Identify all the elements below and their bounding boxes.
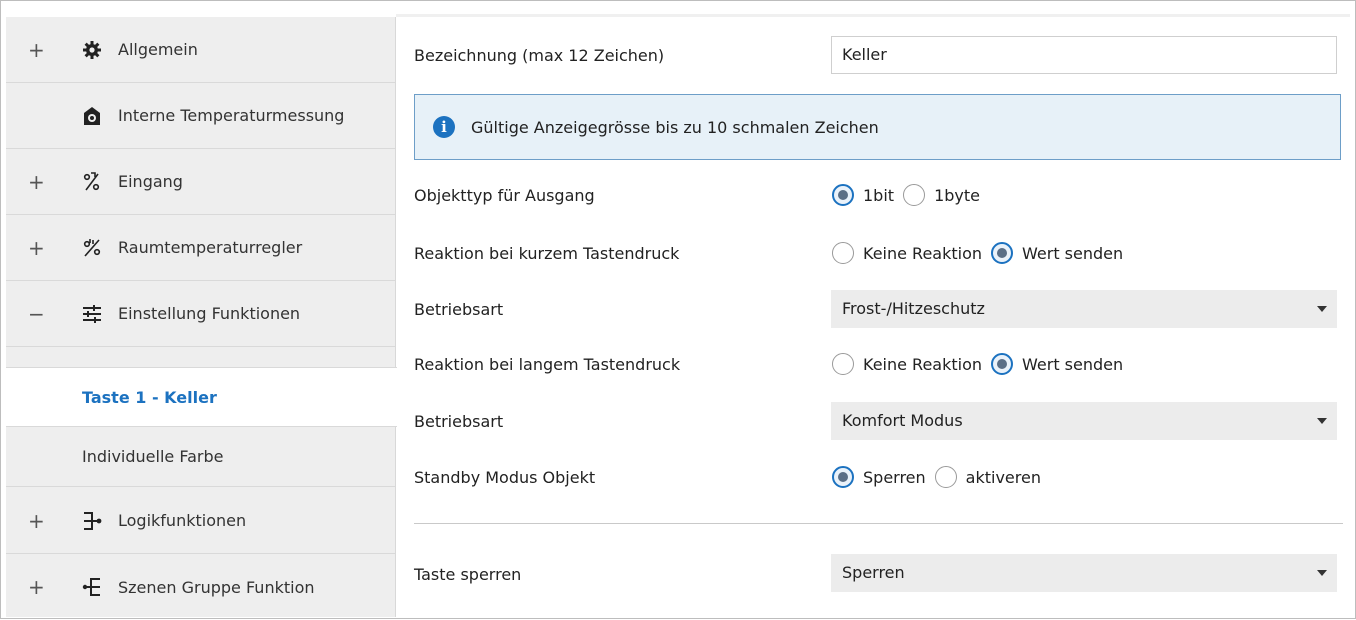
select-value: Komfort Modus — [842, 411, 963, 430]
radio-label: 1bit — [863, 185, 895, 205]
taste-sperren-label: Taste sperren — [414, 565, 522, 584]
betriebsart-label: Betriebsart — [414, 412, 504, 431]
betriebsart-select[interactable]: Komfort Modus — [831, 402, 1337, 440]
radio-keine-reaktion[interactable] — [832, 353, 854, 375]
objekttyp-radio-group: 1bit 1byte — [832, 184, 989, 206]
radio-1byte[interactable] — [903, 184, 926, 206]
sidebar-subitem-individuelle-farbe[interactable]: Individuelle Farbe — [6, 427, 395, 487]
sliders-icon — [74, 304, 110, 324]
sidebar-item-logikfunktionen[interactable]: + Logikfunktionen — [6, 488, 395, 554]
scene-group-icon — [74, 576, 110, 598]
radio-label: Keine Reaktion — [863, 243, 983, 263]
sidebar-subitem-label: Individuelle Farbe — [82, 447, 224, 466]
dropdown-arrow-icon — [1317, 418, 1327, 424]
select-value: Sperren — [842, 563, 905, 582]
collapse-toggle[interactable]: − — [6, 302, 74, 326]
expand-toggle[interactable]: + — [6, 170, 74, 194]
taste-sperren-select[interactable]: Sperren — [831, 554, 1337, 592]
radio-sperren[interactable] — [832, 466, 854, 488]
objekttyp-label: Objekttyp für Ausgang — [414, 186, 595, 205]
radio-label: Keine Reaktion — [863, 354, 983, 374]
sidebar-item-label: Szenen Gruppe Funktion — [118, 577, 315, 597]
bezeichnung-input[interactable]: Keller — [831, 36, 1337, 74]
sidebar-item-label: Einstellung Funktionen — [118, 304, 301, 323]
sidebar-item-szenen-gruppe-funktion[interactable]: + Szenen Gruppe Funktion — [6, 554, 395, 620]
radio-wert-senden[interactable] — [991, 353, 1014, 375]
radio-label: aktiveren — [965, 467, 1041, 487]
radio-1bit[interactable] — [832, 184, 854, 206]
radio-label: Wert senden — [1022, 243, 1124, 263]
radio-wert-senden[interactable] — [991, 242, 1014, 264]
radio-label: 1byte — [934, 185, 980, 205]
bezeichnung-label: Bezeichnung (max 12 Zeichen) — [414, 46, 665, 65]
sidebar-item-interne-temperaturmessung[interactable]: Interne Temperaturmessung — [6, 83, 395, 149]
lang-label: Reaktion bei langem Tastendruck — [414, 355, 681, 374]
lang-radio-group: Keine Reaktion Wert senden — [832, 353, 1132, 375]
sidebar-item-label: Logikfunktionen — [118, 511, 247, 530]
standby-label: Standby Modus Objekt — [414, 468, 596, 487]
temperature-percent-icon — [74, 237, 110, 259]
radio-aktiveren[interactable] — [934, 466, 957, 488]
info-text: Gültige Anzeigegrösse bis zu 10 schmalen… — [471, 117, 879, 137]
gear-icon — [74, 40, 110, 60]
expand-toggle[interactable]: + — [6, 575, 74, 599]
sidebar-subitem-label: Taste 1 - Keller — [82, 387, 217, 407]
sidebar-item-allgemein[interactable]: + Allgemein — [6, 17, 395, 83]
kurz-label: Reaktion bei kurzem Tastendruck — [414, 244, 680, 263]
betriebsart-label: Betriebsart — [414, 300, 504, 319]
sidebar-subitem-taste-1[interactable]: Taste 1 - Keller — [6, 367, 397, 427]
expand-toggle[interactable]: + — [6, 236, 74, 260]
betriebsart-select[interactable]: Frost-/Hitzeschutz — [831, 290, 1337, 328]
select-value: Frost-/Hitzeschutz — [842, 299, 985, 318]
info-banner: i Gültige Anzeigegrösse bis zu 10 schmal… — [414, 94, 1341, 160]
section-divider — [414, 523, 1343, 524]
sidebar-item-label: Eingang — [118, 172, 183, 191]
sidebar-item-raumtemperaturregler[interactable]: + Raumtemperaturregler — [6, 215, 395, 281]
sidebar-item-label: Allgemein — [118, 40, 198, 59]
sidebar-item-label: Raumtemperaturregler — [118, 238, 303, 257]
dropdown-arrow-icon — [1317, 570, 1327, 576]
sidebar-item-eingang[interactable]: + Eingang — [6, 149, 395, 215]
kurz-radio-group: Keine Reaktion Wert senden — [832, 242, 1132, 264]
radio-keine-reaktion[interactable] — [832, 242, 854, 264]
info-icon: i — [433, 116, 455, 138]
top-strip — [396, 14, 1350, 17]
radio-label: Sperren — [863, 467, 926, 487]
expand-toggle[interactable]: + — [6, 38, 74, 62]
sidebar-item-einstellung-funktionen[interactable]: − Einstellung Funktionen — [6, 281, 395, 347]
logic-gate-icon — [74, 510, 110, 532]
standby-radio-group: Sperren aktiveren — [832, 466, 1050, 488]
sidebar: + Allgemein Interne Temperaturmessung + … — [6, 17, 397, 620]
expand-toggle[interactable]: + — [6, 509, 74, 533]
dropdown-arrow-icon — [1317, 306, 1327, 312]
input-percent-icon — [74, 171, 110, 193]
radio-label: Wert senden — [1022, 354, 1124, 374]
sidebar-item-label: Interne Temperaturmessung — [118, 106, 345, 125]
camera-house-icon — [74, 106, 110, 126]
